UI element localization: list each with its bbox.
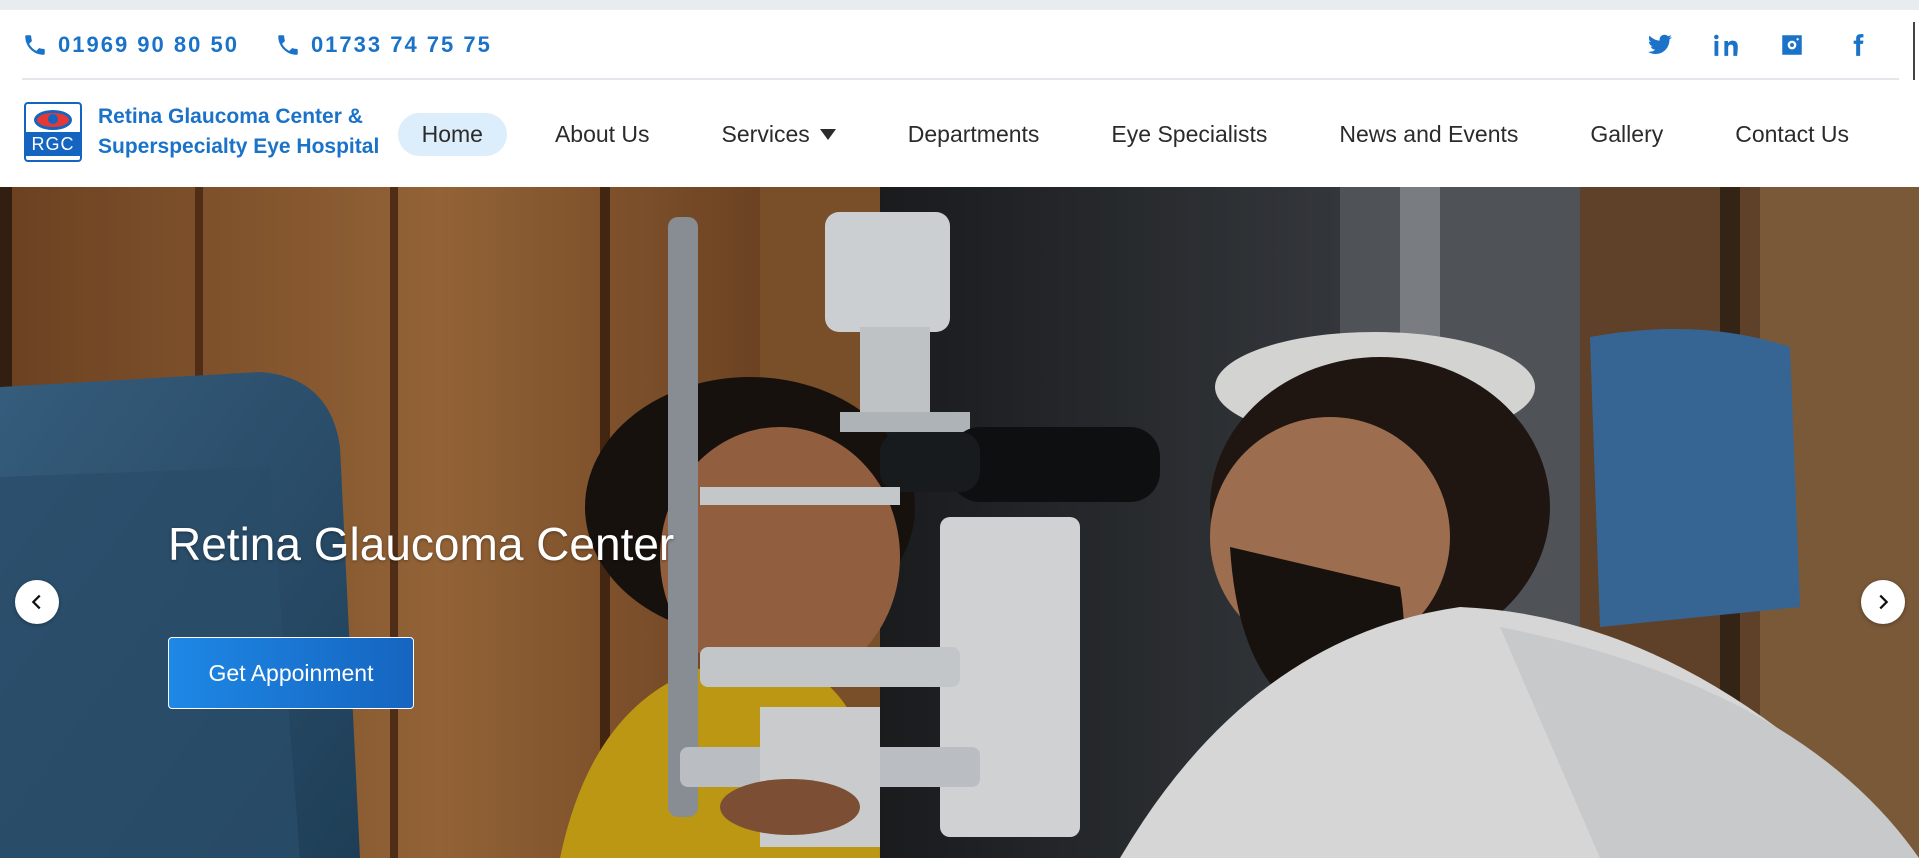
brand-link[interactable]: RGC Retina Glaucoma Center & Superspecia… — [24, 102, 398, 162]
nav-item-label: Departments — [907, 121, 1040, 147]
phone-link-1[interactable]: 01969 90 80 50 — [22, 32, 239, 58]
nav-item-label: News and Events — [1339, 121, 1519, 147]
slider-next-button[interactable] — [1861, 580, 1905, 624]
nav-item-label: Home — [421, 121, 483, 147]
caret-down-icon — [819, 129, 836, 140]
nav-item-label: Contact Us — [1735, 121, 1849, 147]
linkedin-icon[interactable] — [1713, 32, 1739, 58]
instagram-icon[interactable] — [1779, 32, 1805, 58]
slider-prev-button[interactable] — [15, 580, 59, 624]
nav-item-home[interactable]: Home — [397, 113, 507, 156]
phone-number: 01733 74 75 75 — [310, 32, 492, 57]
nav-item-contact-us[interactable]: Contact Us — [1711, 113, 1873, 156]
nav-item-label: Gallery — [1590, 121, 1664, 147]
facebook-icon[interactable] — [1845, 32, 1871, 58]
hero-title: Retina Glaucoma Center — [168, 518, 675, 570]
logo-text: RGC — [26, 132, 80, 156]
nav-item-label: Eye Specialists — [1111, 121, 1268, 147]
phone-link-2[interactable]: 01733 74 75 75 — [275, 32, 492, 58]
top-contact-bar: 01969 90 80 50 01733 74 75 75 — [0, 0, 1919, 80]
main-navbar: RGC Retina Glaucoma Center & Superspecia… — [0, 80, 1919, 187]
twitter-icon[interactable] — [1647, 32, 1673, 58]
phone-list: 01969 90 80 50 01733 74 75 75 — [22, 32, 492, 58]
nav-item-gallery[interactable]: Gallery — [1566, 113, 1687, 156]
eye-logo-icon — [34, 110, 72, 130]
brand-logo: RGC — [24, 102, 82, 162]
nav-item-departments[interactable]: Departments — [884, 113, 1064, 156]
nav-item-services[interactable]: Services — [698, 113, 860, 156]
main-menu: Home About Us Services Departments Eye S… — [397, 113, 1873, 156]
phone-number: 01969 90 80 50 — [58, 32, 239, 57]
phone-icon — [25, 35, 45, 55]
get-appointment-button[interactable]: Get Appoinment — [168, 637, 414, 709]
phone-icon — [278, 35, 298, 55]
hero-slider: Retina Glaucoma Center Get Appoinment — [0, 187, 1919, 858]
nav-item-eye-specialists[interactable]: Eye Specialists — [1087, 113, 1291, 156]
chevron-left-icon — [31, 594, 41, 610]
chevron-right-icon — [1879, 594, 1889, 610]
nav-item-about-us[interactable]: About Us — [531, 113, 674, 156]
brand-name: Retina Glaucoma Center & Superspecialty … — [98, 105, 380, 158]
nav-item-news-and-events[interactable]: News and Events — [1315, 113, 1542, 156]
social-links — [1647, 32, 1871, 58]
nav-item-label: Services — [721, 121, 810, 147]
nav-item-label: About Us — [554, 121, 650, 147]
